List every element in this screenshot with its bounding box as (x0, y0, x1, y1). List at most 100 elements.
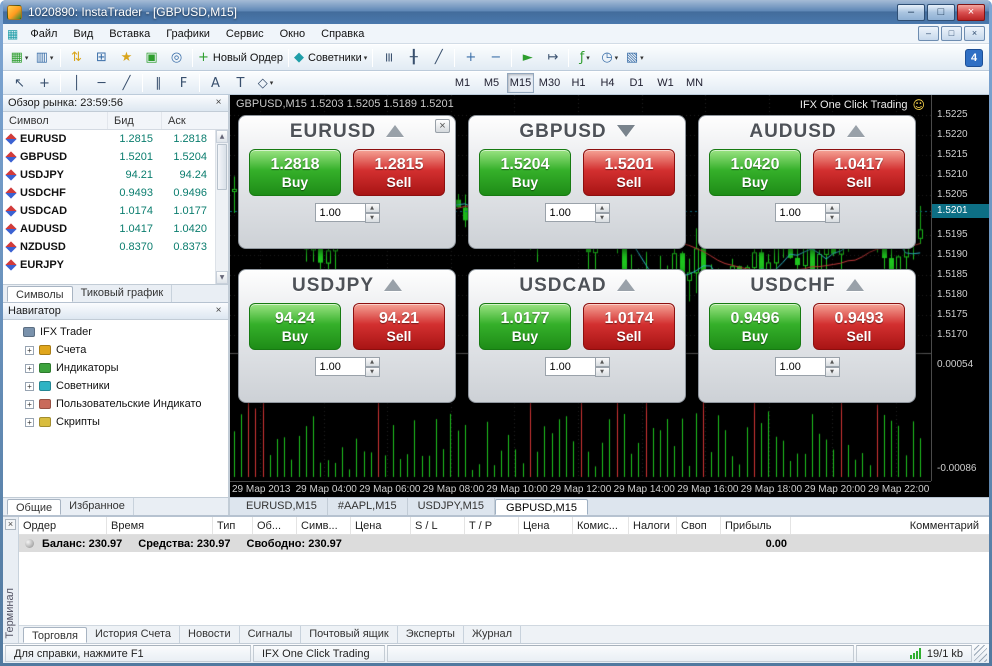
terminal-column-header[interactable]: Ордер (19, 517, 107, 534)
sell-button[interactable]: 1.0417 Sell (813, 149, 905, 196)
maximize-button[interactable]: □ (927, 4, 955, 21)
buy-button[interactable]: 1.0177 Buy (479, 303, 571, 350)
scroll-up-button[interactable]: ▲ (216, 130, 228, 143)
spin-up-icon[interactable]: ▲ (825, 357, 840, 367)
periods-menu[interactable]: ◷▾ (598, 47, 621, 68)
column-header-bid[interactable]: Бид (107, 112, 161, 129)
market-watch-toggle[interactable]: ⇅ (65, 47, 88, 68)
sell-button[interactable]: 94.21 Sell (353, 303, 445, 350)
timeframe-button[interactable]: M30 (536, 73, 563, 93)
close-panel-button[interactable]: × (212, 97, 225, 110)
menu-item[interactable]: Сервис (218, 26, 272, 42)
volume-input[interactable] (775, 203, 825, 222)
sell-button[interactable]: 0.9493 Sell (813, 303, 905, 350)
chart-shift-toggle[interactable]: ↦ (541, 47, 564, 68)
volume-input[interactable] (315, 357, 365, 376)
timeframe-button[interactable]: H1 (565, 73, 592, 93)
terminal-close-button[interactable]: × (5, 519, 16, 530)
scroll-thumb[interactable] (217, 144, 227, 190)
terminal-column-header[interactable]: T / P (465, 517, 519, 534)
column-header-ask[interactable]: Аск (161, 112, 215, 129)
cursor-button[interactable]: ↖ (8, 73, 31, 94)
navigator-tab[interactable]: Общие (7, 499, 61, 515)
menu-item[interactable]: Вставка (101, 26, 158, 42)
terminal-tab[interactable]: Журнал (464, 626, 521, 643)
spin-up-icon[interactable]: ▲ (825, 203, 840, 213)
bar-chart-button[interactable]: ≡ (377, 47, 400, 68)
chart-tab[interactable]: GBPUSD,M15 (495, 499, 588, 515)
navigator-toggle[interactable]: ★ (115, 47, 138, 68)
zoom-in-button[interactable]: + (459, 47, 482, 68)
volume-input[interactable] (775, 357, 825, 376)
spin-down-icon[interactable]: ▼ (595, 367, 610, 377)
timeframe-button[interactable]: H4 (594, 73, 621, 93)
data-window-toggle[interactable]: ⊞ (90, 47, 113, 68)
minimize-button[interactable]: – (897, 4, 925, 21)
menu-item[interactable]: Вид (65, 26, 101, 42)
market-watch-row[interactable]: USDJPY 94.21 94.24 (3, 166, 215, 184)
expander-icon[interactable]: + (25, 418, 34, 427)
templates-menu[interactable]: ▧▾ (623, 47, 646, 68)
terminal-column-header[interactable]: Своп (677, 517, 721, 534)
vertical-line-button[interactable]: │ (65, 73, 88, 94)
buy-button[interactable]: 1.2818 Buy (249, 149, 341, 196)
terminal-column-header[interactable]: Цена (519, 517, 573, 534)
panel-close-button[interactable]: × (435, 119, 450, 133)
terminal-column-header[interactable]: Время (107, 517, 213, 534)
profiles-button[interactable]: ▥▾ (33, 47, 56, 68)
column-header-symbol[interactable]: Символ (3, 112, 107, 129)
navigator-tree-item[interactable]: + Индикаторы (3, 359, 228, 377)
market-watch-row[interactable]: NZDUSD 0.8370 0.8373 (3, 238, 215, 256)
market-watch-row[interactable]: EURUSD 1.2815 1.2818 (3, 130, 215, 148)
terminal-column-header[interactable]: Цена (351, 517, 411, 534)
resize-grip[interactable] (974, 645, 987, 662)
chart-tab[interactable]: #AAPL,M15 (328, 498, 408, 515)
chart-tab[interactable]: EURUSD,M15 (236, 498, 328, 515)
fibonacci-button[interactable]: F (172, 73, 195, 94)
market-watch-scrollbar[interactable]: ▲ ▼ (215, 130, 228, 284)
close-button[interactable]: × (957, 4, 985, 21)
timeframe-button[interactable]: MN (681, 73, 708, 93)
scroll-down-button[interactable]: ▼ (216, 271, 228, 284)
terminal-tab[interactable]: Торговля (23, 627, 87, 643)
terminal-column-header[interactable]: Комментарий (791, 517, 989, 534)
timeframe-button[interactable]: D1 (623, 73, 650, 93)
text-button[interactable]: A (204, 73, 227, 94)
zoom-out-button[interactable]: − (484, 47, 507, 68)
terminal-toggle[interactable]: ▣ (140, 47, 163, 68)
timeframe-button[interactable]: M1 (449, 73, 476, 93)
shapes-menu[interactable]: ◇▾ (254, 73, 277, 94)
market-watch-row[interactable]: USDCAD 1.0174 1.0177 (3, 202, 215, 220)
market-watch-row[interactable]: GBPUSD 1.5201 1.5204 (3, 148, 215, 166)
terminal-tab[interactable]: Сигналы (240, 626, 302, 643)
expander-icon[interactable]: + (25, 382, 34, 391)
navigator-tree-item[interactable]: + Советники (3, 377, 228, 395)
timeframe-button[interactable]: M5 (478, 73, 505, 93)
terminal-column-header[interactable]: Прибыль (721, 517, 791, 534)
candlestick-button[interactable]: ╂ (402, 47, 425, 68)
spin-down-icon[interactable]: ▼ (365, 367, 380, 377)
terminal-column-header[interactable]: Комис... (573, 517, 629, 534)
volume-input[interactable] (315, 203, 365, 222)
navigator-tab[interactable]: Избранное (61, 498, 134, 515)
horizontal-line-button[interactable]: ─ (90, 73, 113, 94)
terminal-column-header[interactable]: Об... (253, 517, 297, 534)
market-watch-tab[interactable]: Символы (7, 286, 73, 302)
sell-button[interactable]: 1.5201 Sell (583, 149, 675, 196)
expander-icon[interactable]: + (25, 400, 34, 409)
terminal-column-header[interactable]: Тип (213, 517, 253, 534)
mdi-close-button[interactable]: × (964, 26, 985, 41)
spin-down-icon[interactable]: ▼ (595, 213, 610, 223)
strategy-tester-toggle[interactable]: ◎ (165, 47, 188, 68)
timeframe-button[interactable]: W1 (652, 73, 679, 93)
spin-down-icon[interactable]: ▼ (365, 213, 380, 223)
menu-item[interactable]: Файл (22, 26, 65, 42)
terminal-tab[interactable]: Почтовый ящик (301, 626, 397, 643)
mdi-restore-button[interactable]: □ (941, 26, 962, 41)
status-mode-text[interactable]: IFX One Click Trading (253, 645, 385, 662)
channel-button[interactable]: ∥ (147, 73, 170, 94)
sell-button[interactable]: 1.0174 Sell (583, 303, 675, 350)
volume-input[interactable] (545, 357, 595, 376)
buy-button[interactable]: 0.9496 Buy (709, 303, 801, 350)
crosshair-button[interactable]: + (33, 73, 56, 94)
